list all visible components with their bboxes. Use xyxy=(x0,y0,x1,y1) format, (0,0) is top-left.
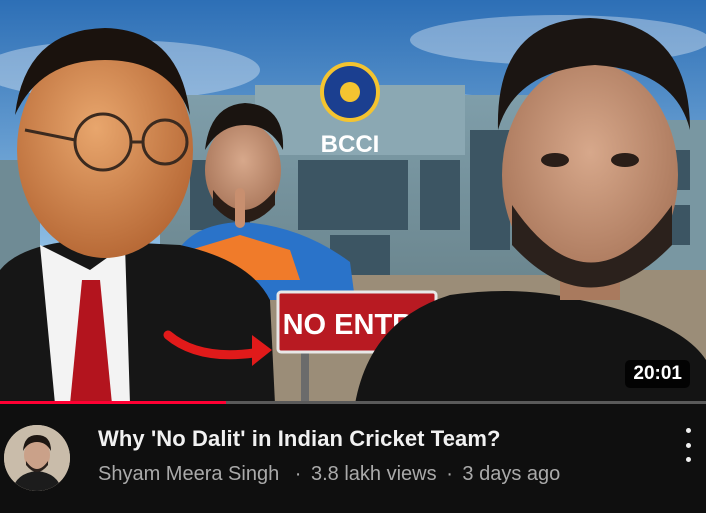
channel-name[interactable]: Shyam Meera Singh xyxy=(98,463,279,485)
bcci-sign: BCCI xyxy=(321,131,380,158)
avatar-image xyxy=(4,425,70,491)
video-title[interactable]: Why 'No Dalit' in Indian Cricket Team? xyxy=(98,426,658,452)
bcci-emblem-icon xyxy=(320,62,380,122)
channel-avatar[interactable] xyxy=(4,425,70,491)
video-subline: Shyam Meera Singh · 3.8 lakh views · 3 d… xyxy=(98,463,658,486)
video-thumbnail[interactable]: BCCI NO ENTRY 20:01 xyxy=(0,0,706,404)
thumbnail-artwork: BCCI NO ENTRY xyxy=(0,0,706,404)
video-meta: Why 'No Dalit' in Indian Cricket Team? S… xyxy=(0,408,706,513)
view-count: 3.8 lakh views xyxy=(311,463,437,485)
watch-progress-fill xyxy=(0,401,226,404)
duration-badge: 20:01 xyxy=(625,360,690,388)
separator: · xyxy=(446,463,453,485)
menu-dot xyxy=(685,442,691,448)
watch-progress-bar xyxy=(0,401,706,404)
menu-dot xyxy=(685,457,691,462)
separator: · xyxy=(294,463,302,485)
more-vert-icon[interactable] xyxy=(682,428,694,462)
upload-age: 3 days ago xyxy=(462,463,561,485)
menu-dot xyxy=(685,428,691,433)
